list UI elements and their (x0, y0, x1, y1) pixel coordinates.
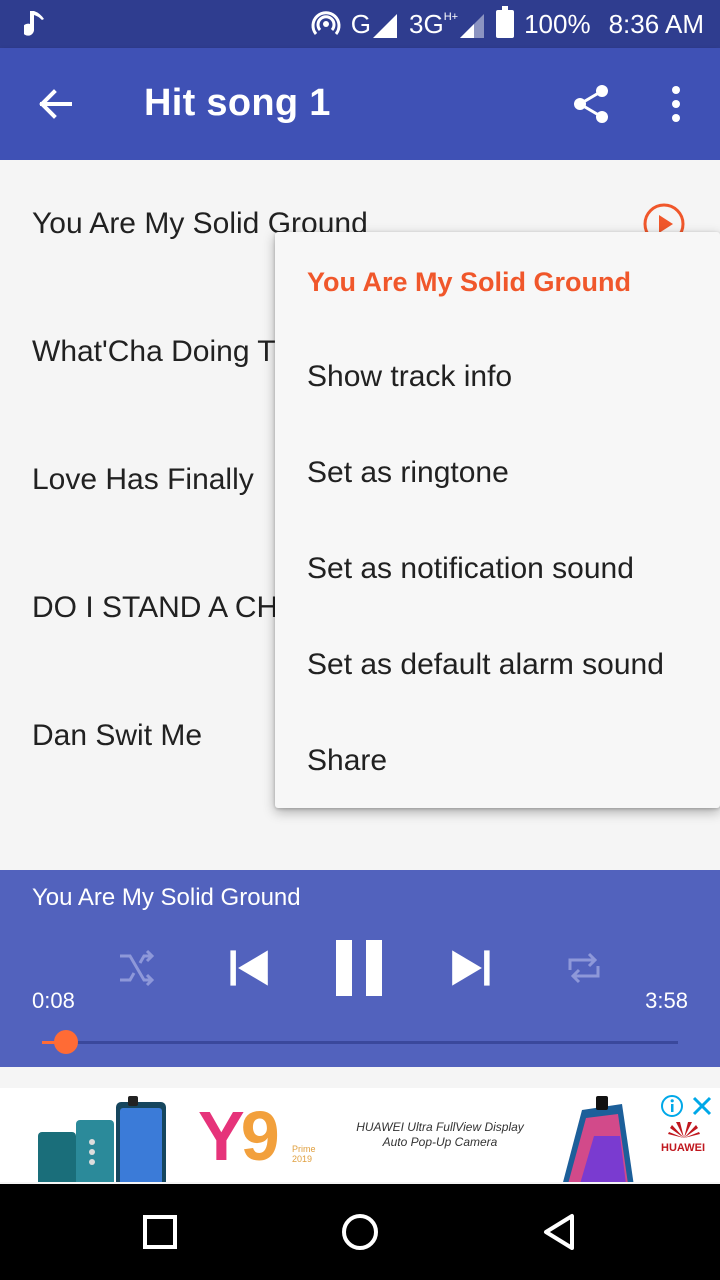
ad-product-name: Y9 (198, 1097, 280, 1175)
signal-icon-2 (460, 13, 485, 38)
huawei-logo-icon (668, 1122, 700, 1138)
menu-header: You Are My Solid Ground (307, 266, 631, 297)
system-nav-bar (0, 1184, 720, 1280)
battery-icon (496, 6, 515, 38)
shuffle-icon[interactable] (116, 948, 156, 988)
menu-item-set-alarm-sound[interactable]: Set as default alarm sound (275, 617, 720, 713)
pause-icon[interactable] (334, 940, 384, 996)
menu-item-set-notification-sound[interactable]: Set as notification sound (275, 521, 720, 617)
status-bar: G 3G H+ 100% 8:36 AM (0, 0, 720, 48)
signal-icon (373, 13, 398, 38)
ad-prime-line1: Prime (292, 1144, 316, 1154)
now-playing-title: You Are My Solid Ground (32, 884, 301, 911)
ad-tagline-line1: HUAWEI Ultra FullView Display (356, 1120, 524, 1134)
menu-item-set-ringtone[interactable]: Set as ringtone (275, 425, 720, 521)
menu-item-show-track-info[interactable]: Show track info (275, 329, 720, 425)
repeat-icon[interactable] (564, 948, 604, 988)
ad-prime-label: Prime 2019 (292, 1144, 316, 1164)
phone-popup-camera-image (563, 1096, 634, 1182)
ad-tagline: HUAWEI Ultra FullView Display Auto Pop-U… (340, 1120, 540, 1150)
page-title: Hit song 1 (144, 82, 331, 124)
share-icon[interactable] (570, 82, 614, 126)
ad-close-icon[interactable] (690, 1094, 714, 1118)
ad-banner[interactable]: Y9 Prime 2019 HUAWEI Ultra FullView Disp… (0, 1088, 720, 1182)
more-vert-icon[interactable] (660, 82, 692, 126)
song-title: DO I STAND A CH (32, 591, 279, 624)
total-duration: 3:58 (645, 988, 688, 1013)
network-type-label-2: 3G (409, 8, 444, 39)
network-type-sup: H+ (443, 10, 459, 23)
ad-tagline-line2: Auto Pop-Up Camera (382, 1135, 498, 1149)
ad-brand-label: HUAWEI (661, 1142, 705, 1154)
back-arrow-icon[interactable] (36, 84, 76, 124)
battery-percent: 100% (524, 8, 591, 39)
previous-icon[interactable] (226, 946, 270, 990)
seek-bar[interactable] (42, 1030, 678, 1054)
menu-item-share[interactable]: Share (275, 713, 720, 809)
seek-bar-thumb[interactable] (54, 1030, 78, 1054)
ad-info-icon[interactable] (660, 1094, 684, 1118)
phone-product-image (38, 1096, 166, 1182)
screen: G 3G H+ 100% 8:36 AM Hit song 1 You Are … (0, 0, 720, 1280)
song-title: Love Has Finally (32, 463, 254, 496)
ad-prime-line2: 2019 (292, 1154, 313, 1164)
elapsed-time: 0:08 (32, 988, 75, 1013)
home-circle-icon[interactable] (340, 1212, 380, 1252)
network-type-label: G (350, 8, 372, 39)
next-icon[interactable] (450, 946, 494, 990)
music-note-icon (24, 11, 44, 36)
back-triangle-icon[interactable] (540, 1212, 580, 1252)
mini-player: You Are My Solid Ground 0:08 3:58 (0, 870, 720, 1067)
app-bar: Hit song 1 (0, 48, 720, 160)
recents-square-icon[interactable] (140, 1212, 180, 1252)
song-title: What'Cha Doing T (32, 335, 276, 368)
ad-product-digit: 9 (240, 1097, 280, 1175)
track-options-menu: You Are My Solid Ground Show track info … (275, 232, 720, 808)
hotspot-icon (311, 11, 341, 35)
song-title: Dan Swit Me (32, 719, 203, 752)
ad-product-logo: Y9 (198, 1097, 280, 1175)
clock: 8:36 AM (608, 8, 704, 39)
